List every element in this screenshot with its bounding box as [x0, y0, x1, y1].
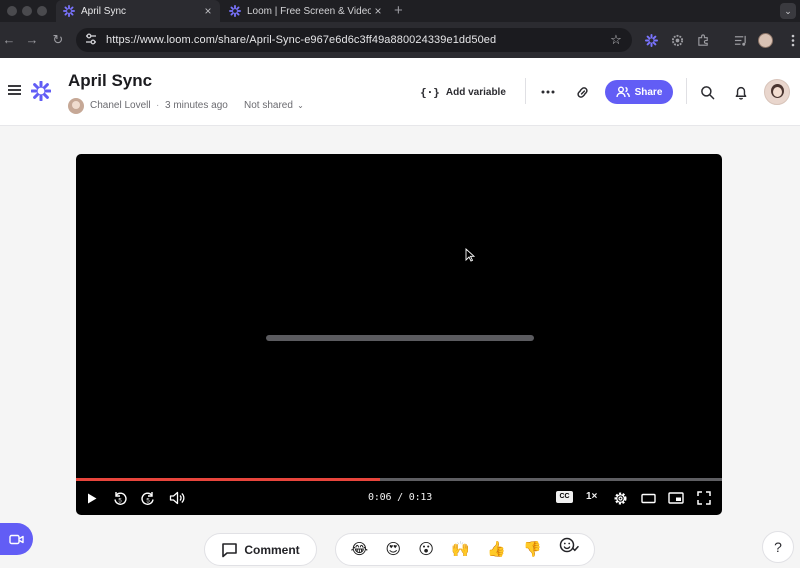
address-bar[interactable]: https://www.loom.com/share/April-Sync-e9… — [76, 28, 632, 52]
add-variable-button[interactable]: {·} Add variable — [420, 82, 506, 102]
notifications-bell-icon[interactable] — [731, 82, 751, 102]
comment-button[interactable]: Comment — [204, 533, 317, 566]
site-settings-icon[interactable] — [84, 32, 100, 48]
window-zoom-dot[interactable] — [37, 6, 47, 16]
time-separator: / — [391, 492, 409, 503]
play-icon[interactable] — [83, 489, 101, 507]
menu-hamburger-icon[interactable] — [8, 85, 21, 95]
tab-april-sync[interactable]: April Sync × — [56, 0, 220, 22]
comment-label: Comment — [244, 542, 300, 557]
browser-toolbar: ← → ↻ https://www.loom.com/share/April-S… — [0, 22, 800, 58]
extension-gear-icon[interactable] — [670, 33, 684, 47]
loom-logo-icon — [229, 5, 241, 17]
video-player[interactable]: 5 5 0:06 / 0:13 CC 1× — [76, 154, 722, 515]
reaction-laughing[interactable]: 😂 — [351, 533, 369, 566]
owner-avatar[interactable] — [68, 98, 84, 114]
reaction-thumbs-down[interactable]: 👎 — [523, 533, 542, 566]
header-divider — [525, 78, 526, 104]
fullscreen-icon[interactable] — [695, 489, 713, 507]
bookmark-star-icon[interactable]: ☆ — [608, 32, 624, 48]
reaction-raised-hands[interactable]: 🙌 — [451, 533, 470, 566]
tab-title: April Sync — [81, 5, 127, 17]
window-close-dot[interactable] — [7, 6, 17, 16]
tab-close-icon[interactable]: × — [201, 4, 215, 18]
app-header: April Sync Chanel Lovell · 3 minutes ago… — [0, 58, 800, 126]
time-display: 0:06 / 0:13 — [368, 492, 432, 503]
share-button[interactable]: Share — [605, 80, 673, 104]
forward-arrow-icon[interactable]: → — [24, 32, 40, 48]
playback-speed-button[interactable]: 1× — [586, 491, 597, 502]
variable-braces-icon: {·} — [420, 85, 440, 99]
speech-bubble-icon — [222, 542, 238, 557]
browser-tab-bar: April Sync × Loom | Free Screen & Video … — [0, 0, 800, 22]
total-time: 0:13 — [408, 492, 433, 503]
captions-button[interactable]: CC — [556, 491, 573, 503]
theater-mode-icon[interactable] — [639, 489, 657, 507]
forward-5-icon[interactable]: 5 — [139, 489, 157, 507]
share-state-label: Not shared — [244, 100, 293, 111]
loom-logo-icon — [63, 5, 75, 17]
reaction-heart-eyes[interactable]: 😍 — [385, 533, 401, 566]
add-reaction-icon[interactable] — [559, 533, 580, 566]
volume-icon[interactable] — [168, 489, 186, 507]
media-queue-icon[interactable] — [733, 33, 747, 47]
video-camera-icon — [9, 534, 24, 544]
url-text[interactable]: https://www.loom.com/share/April-Sync-e9… — [106, 34, 608, 46]
owner-name[interactable]: Chanel Lovell — [90, 100, 151, 111]
tab-loom-home[interactable]: Loom | Free Screen & Video R × — [222, 0, 390, 22]
window-minimize-dot[interactable] — [22, 6, 32, 16]
share-state-dropdown[interactable]: Not shared ⌄ — [244, 100, 304, 111]
chevron-down-icon: ⌄ — [294, 101, 304, 110]
recorded-time: 3 minutes ago — [165, 100, 228, 111]
loom-logo-icon[interactable] — [30, 80, 52, 102]
add-variable-label: Add variable — [445, 86, 506, 98]
reaction-thumbs-up[interactable]: 👍 — [487, 533, 506, 566]
meta-separator: · — [156, 100, 160, 111]
browser-menu-icon[interactable] — [786, 33, 800, 47]
loading-bar — [266, 335, 534, 341]
back-arrow-icon[interactable]: ← — [1, 32, 17, 48]
browser-profile-avatar[interactable] — [758, 33, 773, 48]
loom-extension-icon[interactable] — [644, 33, 658, 47]
share-label: Share — [634, 86, 663, 98]
reaction-surprised[interactable]: 😮 — [418, 533, 434, 566]
help-button[interactable]: ? — [762, 531, 794, 563]
user-avatar[interactable] — [764, 79, 790, 105]
tab-search-chevron-icon[interactable]: ⌄ — [780, 3, 796, 19]
search-icon[interactable] — [697, 82, 717, 102]
more-options-icon[interactable] — [538, 82, 558, 102]
mouse-pointer-icon — [465, 248, 475, 262]
people-icon — [615, 86, 630, 98]
copy-link-icon[interactable] — [572, 82, 592, 102]
reload-icon[interactable]: ↻ — [50, 32, 66, 48]
video-title[interactable]: April Sync — [68, 71, 152, 91]
reaction-bar: 😂 😍 😮 🙌 👍 👎 — [335, 533, 595, 566]
rewind-5-icon[interactable]: 5 — [111, 489, 129, 507]
record-video-button[interactable] — [0, 523, 33, 555]
extensions-puzzle-icon[interactable] — [696, 33, 710, 47]
progress-bar[interactable] — [76, 478, 722, 481]
current-time: 0:06 — [368, 492, 392, 503]
tab-title: Loom | Free Screen & Video R — [247, 5, 371, 17]
progress-fill — [76, 478, 380, 481]
header-divider — [686, 78, 687, 104]
picture-in-picture-icon[interactable] — [667, 489, 685, 507]
new-tab-button[interactable]: + — [394, 2, 403, 19]
tab-close-icon[interactable]: × — [371, 4, 385, 18]
settings-gear-icon[interactable] — [611, 489, 629, 507]
